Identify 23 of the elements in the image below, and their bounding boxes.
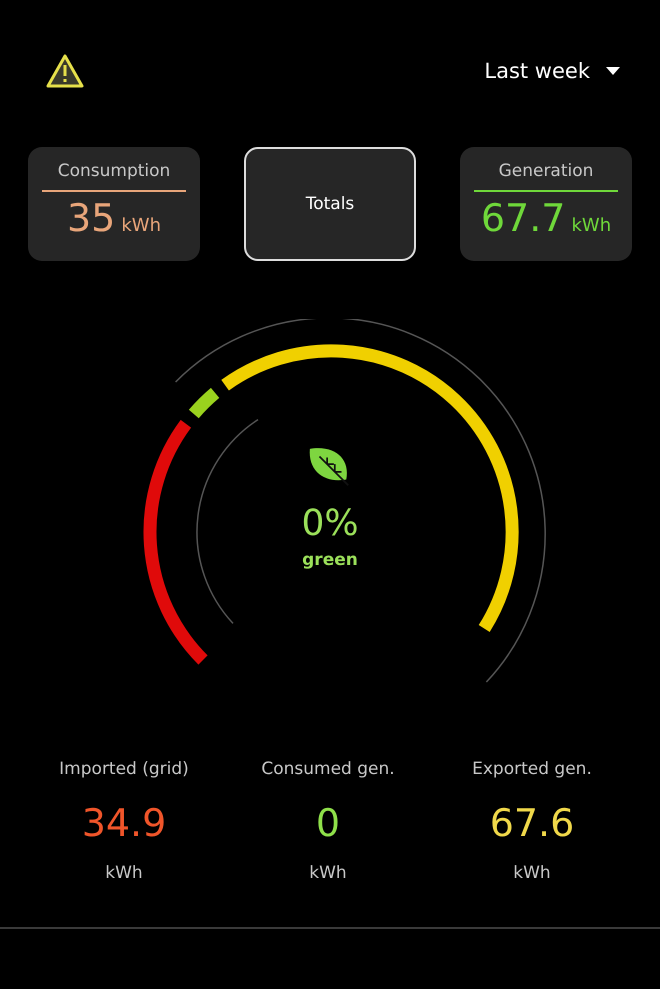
warning-icon bbox=[44, 53, 86, 89]
card-label: Consumption bbox=[58, 161, 170, 181]
stat-label: Exported gen. bbox=[472, 759, 592, 779]
share-percent: 0% bbox=[301, 503, 359, 544]
stat-value: 34.9 bbox=[82, 801, 166, 845]
card-unit: kWh bbox=[121, 215, 161, 236]
stat-value: 67.6 bbox=[490, 801, 574, 845]
caret-icon bbox=[606, 67, 620, 75]
metric-card[interactable]: Consumption 35 kWh bbox=[28, 147, 200, 261]
stat-label: Imported (grid) bbox=[59, 759, 189, 779]
metric-card[interactable]: Generation 67.7 kWh bbox=[460, 147, 632, 261]
stat-label: Consumed gen. bbox=[261, 759, 395, 779]
card-label: Generation bbox=[498, 161, 594, 181]
share-caption: green bbox=[302, 550, 358, 570]
card-value: 67.7 bbox=[480, 196, 566, 240]
card-unit: kWh bbox=[571, 215, 612, 236]
card-value: 35 bbox=[67, 196, 116, 240]
period-dropdown[interactable]: Last week bbox=[484, 59, 620, 83]
stat-unit: kWh bbox=[513, 863, 551, 883]
stat-unit: kWh bbox=[105, 863, 143, 883]
totals-button[interactable]: Totals bbox=[244, 147, 416, 261]
stat-unit: kWh bbox=[309, 863, 347, 883]
stat-value: 0 bbox=[316, 801, 340, 845]
